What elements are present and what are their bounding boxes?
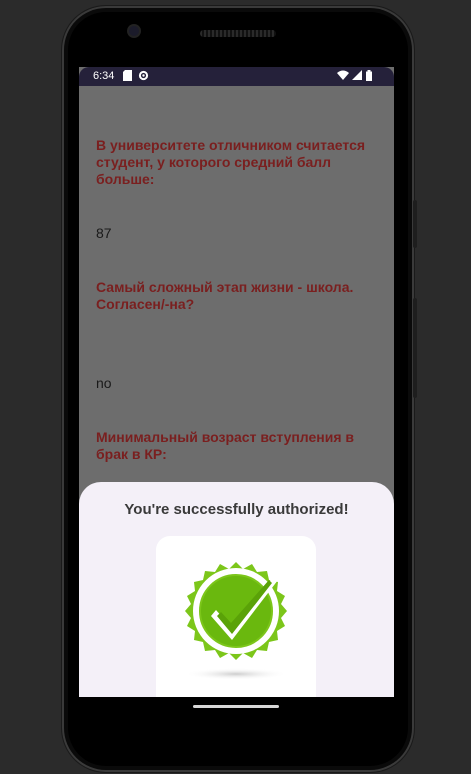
settings-gear-icon xyxy=(138,70,149,85)
wifi-icon xyxy=(337,70,349,84)
front-camera xyxy=(129,26,139,36)
home-gesture-handle[interactable] xyxy=(193,705,279,708)
question-1-text: В университете отличником считается студ… xyxy=(96,137,366,187)
auth-success-title: You're successfully authorized! xyxy=(124,501,349,518)
question-3-text: Минимальный возраст вступления в брак в … xyxy=(96,429,355,462)
status-bar: 6:34 xyxy=(79,67,394,86)
verified-check-badge-icon xyxy=(184,562,288,680)
badge-image-container xyxy=(156,536,316,697)
status-time: 6:34 xyxy=(93,70,115,82)
auth-success-sheet: You're successfully authorized! xyxy=(79,482,394,697)
earpiece-speaker xyxy=(200,30,276,37)
answer-1-text[interactable]: 87 xyxy=(96,225,112,241)
answer-2-text[interactable]: no xyxy=(96,375,112,391)
question-2-text: Самый сложный этап жизни - школа. Соглас… xyxy=(96,279,354,312)
sd-card-icon xyxy=(123,70,132,85)
battery-icon xyxy=(366,70,372,85)
navigation-bar xyxy=(79,697,394,719)
power-button[interactable] xyxy=(413,200,417,248)
signal-icon xyxy=(352,70,362,84)
volume-buttons[interactable] xyxy=(413,298,417,398)
